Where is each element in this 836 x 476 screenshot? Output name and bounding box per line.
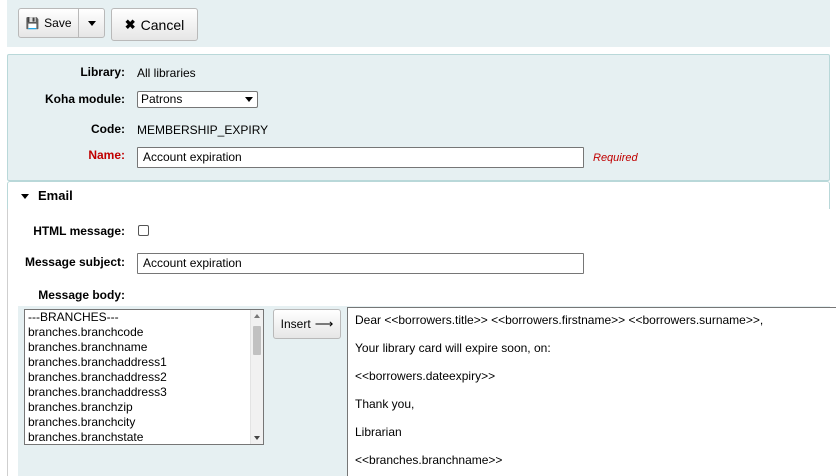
message-subject-label: Message subject: — [24, 255, 125, 269]
message-body-line: <<borrowers.dateexpiry>> — [355, 369, 496, 383]
scroll-up-arrow-icon[interactable] — [254, 314, 260, 318]
koha-module-label: Koha module: — [45, 92, 125, 106]
field-list[interactable]: ---BRANCHES--- branches.branchcode branche… — [24, 309, 264, 445]
message-body-textarea[interactable]: Dear <<borrowers.title>> <<borrowers.fir… — [347, 307, 836, 476]
field-list-option[interactable]: branches.branchcity — [25, 415, 263, 430]
field-list-option[interactable]: branches.branchstate — [25, 430, 263, 444]
field-list-option[interactable]: branches.branchaddress3 — [25, 385, 263, 400]
code-label: Code: — [91, 122, 125, 136]
insert-button[interactable]: Insert ⟶ — [273, 309, 341, 339]
message-body-line: Thank you, — [355, 397, 415, 411]
email-section-title: Email — [38, 188, 73, 203]
email-section-toggle[interactable]: Email — [7, 181, 830, 210]
save-options-dropdown-button[interactable] — [78, 8, 105, 38]
message-subject-input[interactable]: Account expiration — [137, 253, 584, 274]
message-body-label: Message body: — [38, 288, 125, 302]
koha-module-selected-value: Patrons — [141, 92, 183, 106]
field-list-scrollbar[interactable] — [250, 310, 263, 444]
insert-button-label: Insert — [280, 317, 311, 331]
message-body-line: <<branches.branchname>> — [355, 453, 503, 467]
scrollbar-thumb[interactable] — [253, 326, 261, 355]
save-button-label: Save — [44, 16, 72, 30]
field-list-option[interactable]: ---BRANCHES--- — [25, 310, 263, 325]
message-body-line: Dear <<borrowers.title>> <<borrowers.fir… — [355, 313, 764, 327]
message-body-line: Your library card will expire soon, on: — [355, 341, 551, 355]
message-body-line: Librarian — [355, 425, 402, 439]
field-list-option[interactable]: branches.branchaddress1 — [25, 355, 263, 370]
library-value: All libraries — [137, 66, 196, 80]
field-list-option[interactable]: branches.branchcode — [25, 325, 263, 340]
select-arrow-icon — [245, 97, 253, 102]
cancel-button[interactable]: ✖ Cancel — [111, 8, 198, 41]
html-message-checkbox[interactable] — [138, 225, 149, 236]
scroll-down-arrow-icon[interactable] — [254, 436, 260, 440]
close-icon: ✖ — [124, 16, 136, 32]
code-value: MEMBERSHIP_EXPIRY — [137, 123, 269, 137]
required-hint: Required — [593, 152, 638, 164]
html-message-label: HTML message: — [33, 224, 125, 238]
name-input[interactable]: Account expiration — [137, 147, 584, 168]
field-list-option[interactable]: branches.branchaddress2 — [25, 370, 263, 385]
caret-down-icon — [87, 20, 96, 26]
koha-module-select[interactable]: Patrons — [137, 91, 258, 108]
cancel-button-label: Cancel — [140, 16, 185, 33]
message-subject-value: Account expiration — [143, 256, 242, 270]
collapse-triangle-icon — [21, 194, 29, 199]
save-button[interactable]: 💾 Save — [18, 8, 79, 38]
field-list-option[interactable]: branches.branchzip — [25, 400, 263, 415]
name-label: Name: — [88, 148, 125, 162]
arrow-right-icon: ⟶ — [314, 316, 334, 331]
name-input-value: Account expiration — [143, 150, 242, 164]
library-label: Library: — [80, 65, 125, 79]
field-list-option[interactable]: branches.branchname — [25, 340, 263, 355]
floppy-disk-icon: 💾 — [25, 17, 40, 30]
